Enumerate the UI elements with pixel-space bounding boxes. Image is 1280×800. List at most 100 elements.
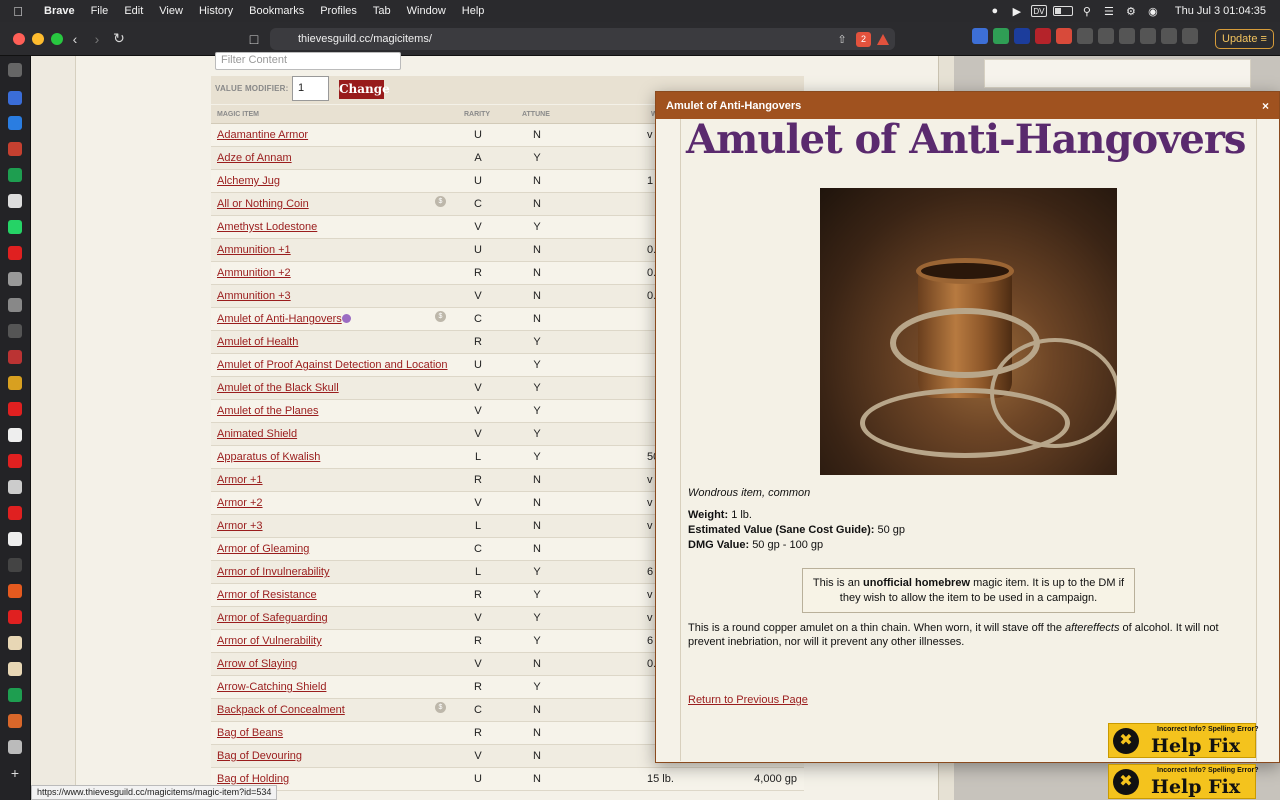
- filter-input[interactable]: Filter Content: [215, 52, 401, 70]
- item-link[interactable]: Bag of Holding: [217, 773, 289, 785]
- extension-3-icon[interactable]: [1014, 28, 1030, 44]
- sidebar-tab-10-icon[interactable]: [8, 324, 22, 338]
- menu-view[interactable]: View: [151, 0, 191, 22]
- item-link[interactable]: Backpack of Concealment: [217, 704, 345, 716]
- column-rarity[interactable]: RARITY: [464, 111, 490, 118]
- close-icon[interactable]: ×: [1262, 99, 1269, 113]
- item-link[interactable]: Ammunition +3: [217, 290, 291, 302]
- back-icon[interactable]: ‹: [64, 28, 86, 50]
- value-modifier-input[interactable]: 1: [292, 76, 329, 101]
- youtube-icon[interactable]: [8, 610, 22, 624]
- item-link[interactable]: Bag of Beans: [217, 727, 283, 739]
- menu-clock[interactable]: Thu Jul 3 01:04:35: [1175, 5, 1266, 17]
- sidebar-tab-8-icon[interactable]: [8, 272, 22, 286]
- item-link[interactable]: Armor of Gleaming: [217, 543, 309, 555]
- item-link[interactable]: Armor +3: [217, 520, 263, 532]
- item-link[interactable]: Ammunition +2: [217, 267, 291, 279]
- item-link[interactable]: Amulet of the Planes: [217, 405, 319, 417]
- zoom-window-icon[interactable]: [51, 32, 63, 45]
- add-tab-icon[interactable]: +: [8, 766, 22, 780]
- search-icon[interactable]: ⚲: [1079, 4, 1095, 18]
- menu-history[interactable]: History: [191, 0, 241, 22]
- item-link[interactable]: Armor of Invulnerability: [217, 566, 330, 578]
- download-icon[interactable]: [1098, 28, 1114, 44]
- bookmark-icon[interactable]: □: [243, 28, 265, 50]
- vpn-icon[interactable]: [1182, 28, 1198, 44]
- brave-rewards-icon[interactable]: [877, 33, 889, 45]
- item-link[interactable]: Adamantine Armor: [217, 129, 308, 141]
- apple-icon[interactable]: : [0, 4, 36, 19]
- item-link[interactable]: Amulet of the Black Skull: [217, 382, 339, 394]
- forward-icon[interactable]: ›: [86, 28, 108, 50]
- menu-profiles[interactable]: Profiles: [312, 0, 365, 22]
- sidebar-tab-3-icon[interactable]: [8, 142, 22, 156]
- column-attune[interactable]: ATTUNE: [522, 111, 550, 118]
- minimize-window-icon[interactable]: [32, 32, 44, 45]
- item-link[interactable]: Alchemy Jug: [217, 175, 280, 187]
- youtube-icon[interactable]: [8, 506, 22, 520]
- sidebar-tab-25-icon[interactable]: [8, 714, 22, 728]
- address-bar[interactable]: thievesguild.cc/magicitems/ ⇧ 2: [270, 28, 895, 50]
- item-link[interactable]: Armor +1: [217, 474, 263, 486]
- item-link[interactable]: All or Nothing Coin: [217, 198, 309, 210]
- item-link[interactable]: Amethyst Lodestone: [217, 221, 317, 233]
- help-fix-button[interactable]: ✖ Incorrect Info? Spelling Error? Help F…: [1108, 723, 1259, 758]
- sidebar-tab-19-icon[interactable]: [8, 558, 22, 572]
- item-link[interactable]: Adze of Annam: [217, 152, 292, 164]
- menu-bookmarks[interactable]: Bookmarks: [241, 0, 312, 22]
- menu-tab[interactable]: Tab: [365, 0, 399, 22]
- leo-icon[interactable]: [1161, 28, 1177, 44]
- extension-5-icon[interactable]: [1056, 28, 1072, 44]
- help-fix-button[interactable]: ✖ Incorrect Info? Spelling Error? Help F…: [1108, 764, 1259, 799]
- column-magic-item[interactable]: MAGIC ITEM: [217, 111, 259, 118]
- item-link[interactable]: Armor of Safeguarding: [217, 612, 328, 624]
- menu-app-name[interactable]: Brave: [36, 0, 83, 22]
- item-link[interactable]: Animated Shield: [217, 428, 297, 440]
- share-icon[interactable]: ⇧: [834, 28, 850, 50]
- url-text[interactable]: thievesguild.cc/magicitems/: [298, 33, 432, 45]
- item-link[interactable]: Bag of Devouring: [217, 750, 302, 762]
- item-link[interactable]: Amulet of Anti-Hangovers: [217, 313, 342, 325]
- menu-window[interactable]: Window: [399, 0, 454, 22]
- item-link[interactable]: Amulet of Proof Against Detection and Lo…: [217, 359, 448, 371]
- sidebar-tab-22-icon[interactable]: [8, 636, 22, 650]
- item-link[interactable]: Ammunition +1: [217, 244, 291, 256]
- reload-icon[interactable]: ↻: [108, 28, 130, 50]
- sidebar-tab-11-icon[interactable]: [8, 350, 22, 364]
- sidebar-tab-2-icon[interactable]: [8, 116, 22, 130]
- sidebar-tab-4-icon[interactable]: [8, 168, 22, 182]
- dv-icon[interactable]: DV: [1030, 5, 1047, 17]
- item-link[interactable]: Apparatus of Kwalish: [217, 451, 320, 463]
- close-window-icon[interactable]: [13, 32, 25, 45]
- update-button[interactable]: Update ≡: [1215, 29, 1274, 49]
- change-button[interactable]: Change: [339, 80, 390, 99]
- ublock-icon[interactable]: [1035, 28, 1051, 44]
- item-link[interactable]: Amulet of Health: [217, 336, 298, 348]
- item-link[interactable]: Armor of Resistance: [217, 589, 317, 601]
- sheets-icon[interactable]: [8, 688, 22, 702]
- sidebar-tab-20-icon[interactable]: [8, 584, 22, 598]
- extension-1-icon[interactable]: [972, 28, 988, 44]
- sidebar-tab-16-icon[interactable]: [8, 480, 22, 494]
- item-link[interactable]: Arrow of Slaying: [217, 658, 297, 670]
- siri-icon[interactable]: ◉: [1145, 4, 1161, 18]
- wifi-icon[interactable]: ☰: [1101, 4, 1117, 18]
- youtube-icon[interactable]: [8, 402, 22, 416]
- youtube-icon[interactable]: [8, 454, 22, 468]
- menu-file[interactable]: File: [83, 0, 117, 22]
- status-app-icon[interactable]: ●: [987, 4, 1003, 18]
- sidebar-tab-12-icon[interactable]: [8, 376, 22, 390]
- return-link[interactable]: Return to Previous Page: [688, 694, 808, 706]
- play-icon[interactable]: ▶: [1009, 4, 1025, 18]
- control-center-icon[interactable]: ⚙: [1123, 4, 1139, 18]
- sidebar-tab-1-icon[interactable]: [8, 91, 22, 105]
- sidebar-tab-5-icon[interactable]: [8, 194, 22, 208]
- item-link[interactable]: Armor +2: [217, 497, 263, 509]
- menu-edit[interactable]: Edit: [116, 0, 151, 22]
- extensions-icon[interactable]: [8, 740, 22, 754]
- whatsapp-icon[interactable]: [8, 220, 22, 234]
- sidebar-tab-9-icon[interactable]: [8, 298, 22, 312]
- item-link[interactable]: Armor of Vulnerability: [217, 635, 322, 647]
- wallet-icon[interactable]: [1140, 28, 1156, 44]
- youtube-icon[interactable]: [8, 246, 22, 260]
